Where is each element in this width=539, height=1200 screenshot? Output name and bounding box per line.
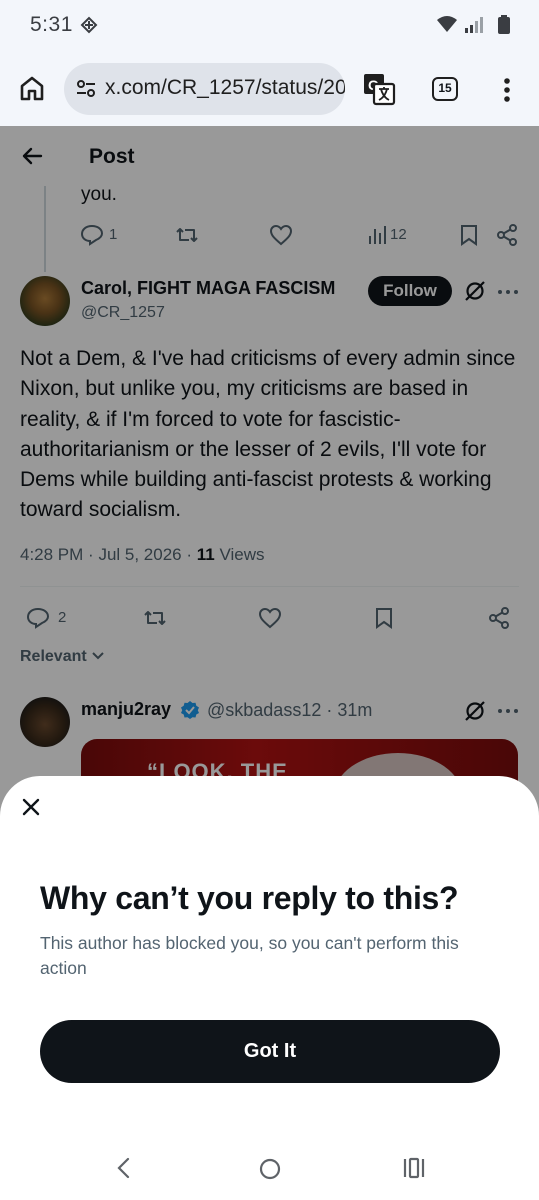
nav-home-icon[interactable] [258,1157,282,1181]
blocked-reply-sheet: Why can’t you reply to this? This author… [0,776,539,1200]
battery-icon [498,15,510,34]
status-bar: 5:31 [0,0,539,52]
system-nav-bar [0,1140,539,1200]
site-settings-icon[interactable] [76,79,96,99]
wifi-icon [437,16,457,32]
got-it-button[interactable]: Got It [40,1020,500,1083]
nav-back-icon[interactable] [114,1156,134,1180]
close-icon[interactable] [20,796,42,818]
notification-app-icon [80,16,98,34]
tab-switcher-button[interactable]: 15 [432,77,458,101]
url-text[interactable]: x.com/CR_1257/status/2026 [105,76,345,100]
more-vertical-icon[interactable] [496,76,518,104]
sheet-title: Why can’t you reply to this? [40,880,459,916]
sheet-message: This author has blocked you, so you can'… [40,933,459,978]
nav-recents-icon[interactable] [402,1157,426,1179]
status-icons [437,15,510,34]
translate-icon[interactable]: G [362,72,396,106]
address-bar[interactable]: x.com/CR_1257/status/2026 [64,63,345,115]
home-icon[interactable] [18,74,46,102]
signal-icon [465,17,483,33]
browser-toolbar: x.com/CR_1257/status/2026 G 15 [0,52,539,126]
status-time: 5:31 [30,13,73,36]
